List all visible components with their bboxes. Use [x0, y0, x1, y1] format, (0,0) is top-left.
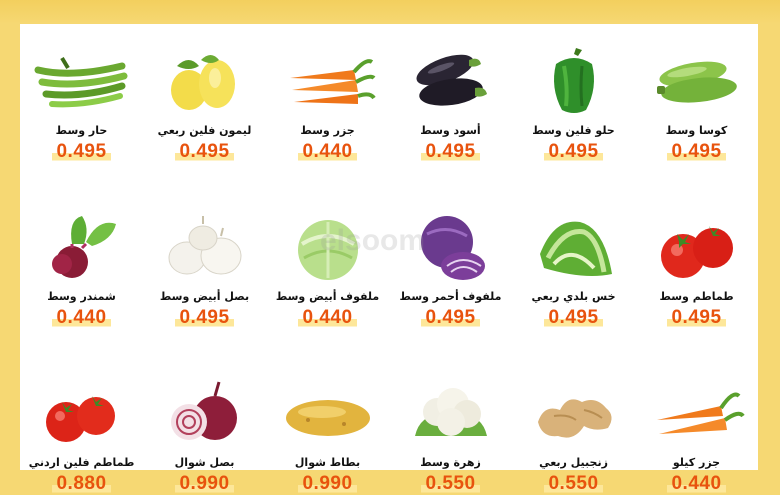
product-name: زنجبيل ربعي	[539, 456, 608, 469]
product-price: 0.440	[52, 307, 111, 329]
tomato-icon	[647, 214, 747, 282]
product-name: أسود وسط	[420, 124, 481, 137]
product-price: 0.495	[667, 307, 726, 329]
carrot-kilo-icon	[647, 380, 747, 448]
cauliflower-icon	[401, 380, 501, 448]
price-list-panel: كوسا وسط 0.495 حلو فلين وسط 0.495 أسود و…	[20, 24, 758, 495]
ginger-icon	[524, 380, 624, 448]
white-onion-icon	[155, 214, 255, 282]
product-price: 0.495	[421, 141, 480, 163]
carrot-icon	[278, 48, 378, 116]
product-name: جزر كيلو	[672, 456, 721, 469]
product-name: ليمون فلين ربعي	[157, 124, 252, 137]
product-name: زهرة وسط	[420, 456, 481, 469]
lettuce-icon	[524, 214, 624, 282]
product-price: 0.550	[544, 473, 603, 495]
green-pepper-icon	[524, 48, 624, 116]
lemon-icon	[155, 48, 255, 116]
product-price: 0.495	[175, 141, 234, 163]
product-card[interactable]: زنجبيل ربعي 0.550	[512, 356, 635, 495]
product-name: بطاط شوال	[294, 456, 361, 469]
product-name: بصل شوال	[174, 456, 235, 469]
product-price: 0.495	[667, 141, 726, 163]
top-banner	[0, 0, 780, 24]
product-card[interactable]: جزر كيلو 0.440	[635, 356, 758, 495]
product-card[interactable]: طماطم وسط 0.495	[635, 190, 758, 356]
eggplant-icon	[401, 48, 501, 116]
red-cabbage-icon	[401, 214, 501, 282]
beetroot-icon	[32, 214, 132, 282]
product-card[interactable]: جزر وسط 0.440	[266, 24, 389, 190]
product-price: 0.495	[544, 307, 603, 329]
product-card[interactable]: طماطم فلين اردني 0.880	[20, 356, 143, 495]
product-price: 0.440	[298, 307, 357, 329]
red-onion-icon	[155, 380, 255, 448]
zucchini-icon	[647, 48, 747, 116]
product-card[interactable]: ملفوف أحمر وسط 0.495	[389, 190, 512, 356]
product-name: ملفوف أحمر وسط	[399, 290, 502, 303]
product-name: كوسا وسط	[665, 124, 728, 137]
product-name: طماطم فلين اردني	[28, 456, 135, 469]
product-name: شمندر وسط	[47, 290, 116, 303]
product-price: 0.990	[298, 473, 357, 495]
product-name: حلو فلين وسط	[532, 124, 615, 137]
product-name: حار وسط	[55, 124, 108, 137]
product-card[interactable]: بصل شوال 0.990	[143, 356, 266, 495]
product-name: خس بلدي ربعي	[531, 290, 616, 303]
product-card[interactable]: خس بلدي ربعي 0.495	[512, 190, 635, 356]
product-name: بصل أبيض وسط	[159, 290, 250, 303]
product-price: 0.495	[52, 141, 111, 163]
product-card[interactable]: كوسا وسط 0.495	[635, 24, 758, 190]
product-card[interactable]: ملفوف أبيض وسط 0.440	[266, 190, 389, 356]
product-grid: كوسا وسط 0.495 حلو فلين وسط 0.495 أسود و…	[20, 24, 758, 495]
product-card[interactable]: ليمون فلين ربعي 0.495	[143, 24, 266, 190]
product-card[interactable]: حلو فلين وسط 0.495	[512, 24, 635, 190]
tomato-jordan-icon	[32, 380, 132, 448]
product-price: 0.880	[52, 473, 111, 495]
chili-pepper-icon	[32, 48, 132, 116]
product-price: 0.495	[175, 307, 234, 329]
product-card[interactable]: بطاط شوال 0.990	[266, 356, 389, 495]
product-price: 0.440	[298, 141, 357, 163]
product-name: طماطم وسط	[659, 290, 734, 303]
white-cabbage-icon	[278, 214, 378, 282]
product-card[interactable]: بصل أبيض وسط 0.495	[143, 190, 266, 356]
product-card[interactable]: حار وسط 0.495	[20, 24, 143, 190]
product-price: 0.990	[175, 473, 234, 495]
product-price: 0.550	[421, 473, 480, 495]
product-card[interactable]: شمندر وسط 0.440	[20, 190, 143, 356]
product-name: ملفوف أبيض وسط	[275, 290, 380, 303]
product-price: 0.440	[667, 473, 726, 495]
product-price: 0.495	[421, 307, 480, 329]
product-price: 0.495	[544, 141, 603, 163]
potato-icon	[278, 380, 378, 448]
product-card[interactable]: أسود وسط 0.495	[389, 24, 512, 190]
product-card[interactable]: زهرة وسط 0.550	[389, 356, 512, 495]
product-name: جزر وسط	[300, 124, 355, 137]
